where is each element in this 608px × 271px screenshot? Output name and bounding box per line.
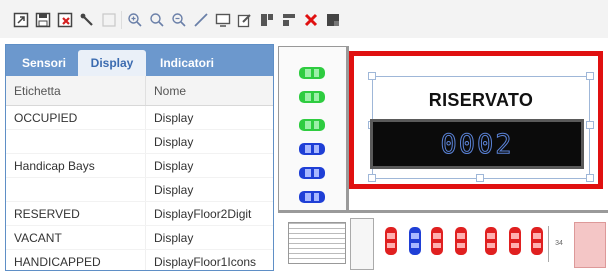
car-green-3[interactable] (298, 118, 326, 132)
resize-handle[interactable] (586, 121, 594, 129)
cell-nome: DisplayFloor2Digit (154, 207, 252, 221)
cell-etichetta: Handicap Bays (14, 159, 95, 173)
frame-icon[interactable] (100, 11, 118, 29)
table-row[interactable]: Display (6, 130, 273, 154)
column-divider (145, 202, 146, 225)
tab-display[interactable]: Display (78, 50, 146, 76)
car-red-5[interactable] (508, 226, 522, 256)
display-panel: Sensori Display Indicatori Etichetta Nom… (5, 44, 274, 271)
toolbar (0, 0, 608, 38)
table-row[interactable]: Display (6, 178, 273, 202)
car-blue-2[interactable] (298, 166, 326, 180)
layout-icon[interactable] (280, 11, 298, 29)
zoom-out-icon[interactable] (170, 11, 188, 29)
sign-title: RISERVATO (428, 90, 534, 110)
resize-handle[interactable] (476, 174, 484, 182)
table-header: Etichetta Nome (6, 76, 273, 106)
column-divider (145, 106, 146, 129)
resize-handle[interactable] (368, 72, 376, 80)
car-red-3[interactable] (454, 226, 468, 256)
align-icon[interactable] (258, 11, 276, 29)
car-blue-3[interactable] (298, 190, 326, 204)
car-blue-4[interactable] (408, 226, 422, 256)
close-x-icon[interactable] (302, 11, 320, 29)
column-divider (145, 250, 146, 270)
column-divider (145, 76, 146, 105)
cell-etichetta: HANDICAPPED (14, 255, 101, 269)
column-divider (145, 130, 146, 153)
stairs (288, 222, 346, 264)
lcd-digits: 0002 (440, 128, 514, 160)
car-red-2[interactable] (430, 226, 444, 256)
column-divider (145, 226, 146, 249)
car-red-1[interactable] (384, 226, 398, 256)
map-wall (278, 210, 608, 213)
wrench-icon[interactable] (78, 11, 96, 29)
column-divider (145, 154, 146, 177)
tab-sensori[interactable]: Sensori (12, 50, 76, 76)
table-row[interactable]: VACANT Display (6, 226, 273, 250)
car-red-4[interactable] (484, 226, 498, 256)
cell-etichetta: OCCUPIED (14, 111, 78, 125)
save-icon[interactable] (34, 11, 52, 29)
column-header-etichetta[interactable]: Etichetta (14, 84, 61, 98)
resize-handle[interactable] (368, 174, 376, 182)
line-icon[interactable] (192, 11, 210, 29)
table-row[interactable]: Handicap Bays Display (6, 154, 273, 178)
car-green-2[interactable] (298, 90, 326, 104)
resize-handle[interactable] (586, 72, 594, 80)
cell-nome: Display (154, 183, 194, 197)
cell-nome: Display (154, 231, 194, 245)
column-header-nome[interactable]: Nome (154, 84, 186, 98)
panel-tabs: Sensori Display Indicatori (6, 45, 273, 76)
cell-etichetta: RESERVED (14, 207, 80, 221)
monitor-icon[interactable] (214, 11, 232, 29)
zoom-in-icon[interactable] (126, 11, 144, 29)
car-red-6[interactable] (530, 226, 544, 256)
cell-nome: Display (154, 159, 194, 173)
toolbar-separator (121, 11, 122, 29)
select-icon[interactable] (12, 11, 30, 29)
delete-file-icon[interactable] (56, 11, 74, 29)
table-row[interactable]: OCCUPIED Display (6, 106, 273, 130)
edit-icon[interactable] (236, 11, 254, 29)
tab-indicatori[interactable]: Indicatori (148, 50, 226, 76)
cell-nome: DisplayFloor1Icons (154, 255, 257, 269)
elevator (350, 218, 374, 270)
reserved-slot (574, 222, 606, 268)
cell-nome: Display (154, 135, 194, 149)
car-green-1[interactable] (298, 66, 326, 80)
zoom-reset-icon[interactable] (148, 11, 166, 29)
table-row[interactable]: RESERVED DisplayFloor2Digit (6, 202, 273, 226)
lcd-counter: 0002 (370, 119, 584, 169)
resize-handle[interactable] (586, 174, 594, 182)
cell-nome: Display (154, 111, 194, 125)
column-divider (145, 178, 146, 201)
table-row[interactable]: HANDICAPPED DisplayFloor1Icons (6, 250, 273, 270)
cell-etichetta: VACANT (14, 231, 62, 245)
slot-number: 34 (548, 226, 569, 262)
car-blue-1[interactable] (298, 142, 326, 156)
dark-square-icon[interactable] (324, 11, 342, 29)
